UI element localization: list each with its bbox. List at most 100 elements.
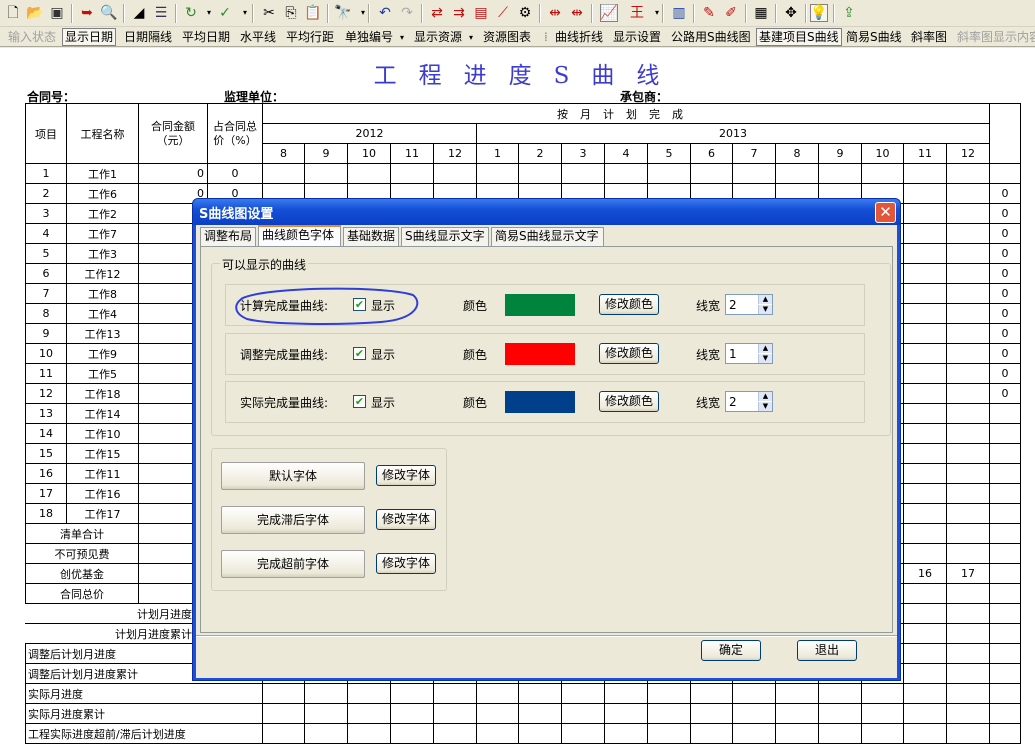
chart-icon[interactable]: 📈: [600, 4, 618, 22]
exit-button[interactable]: 退出: [797, 640, 857, 661]
split-icon[interactable]: ⇉: [450, 4, 468, 22]
tool-icon[interactable]: ⚙: [516, 4, 534, 22]
spin-up-icon[interactable]: ▲: [758, 344, 772, 353]
simple-s-curve-button[interactable]: 简易S曲线: [846, 29, 902, 45]
row-name: 工作7: [66, 223, 139, 244]
film-icon[interactable]: ▦: [752, 4, 770, 22]
month-cell: [347, 703, 391, 724]
close-icon[interactable]: ✕: [875, 202, 896, 223]
link-icon[interactable]: ⇄: [428, 4, 446, 22]
triangle-icon[interactable]: ◢: [130, 4, 148, 22]
resource-chart-button[interactable]: 资源图表: [483, 29, 531, 45]
ok-button[interactable]: 确定: [701, 640, 761, 661]
pen-icon[interactable]: ✎: [700, 4, 718, 22]
text-icon[interactable]: 王: [628, 4, 646, 22]
table-row: 1 工作1 0 0: [25, 163, 1021, 184]
font-sample-button[interactable]: 完成超前字体: [221, 550, 365, 578]
month-cell: [433, 723, 477, 744]
color-swatch: [505, 343, 575, 365]
avg-row-height-button[interactable]: 平均行距: [286, 29, 334, 45]
tab-layout[interactable]: 调整布局: [200, 227, 256, 246]
curve-line-button[interactable]: 曲线折线: [555, 29, 603, 45]
input-status-button[interactable]: 输入状态: [8, 29, 56, 45]
month-cell: [476, 703, 519, 724]
spin-up-icon[interactable]: ▲: [758, 295, 772, 304]
dropdown-arrow-icon[interactable]: ▾: [469, 30, 473, 46]
font-sample-button[interactable]: 完成滞后字体: [221, 506, 365, 534]
new-file-icon[interactable]: 🗋: [4, 4, 22, 22]
month-cell: [561, 163, 605, 184]
month-cell: [946, 683, 990, 704]
slope-chart-button[interactable]: 斜率图: [911, 29, 947, 45]
modify-color-button[interactable]: 修改颜色: [599, 294, 659, 315]
line-width-spinner[interactable]: 2 ▲ ▼: [725, 294, 773, 315]
curve-icon[interactable]: ⟋: [494, 4, 512, 22]
open-folder-icon[interactable]: 📂: [26, 4, 44, 22]
save-icon[interactable]: ▣: [48, 4, 66, 22]
redo-icon[interactable]: ↷: [398, 4, 416, 22]
print-preview-icon[interactable]: 🔍: [100, 4, 118, 22]
slope-text-button[interactable]: 斜率图显示内容: [957, 29, 1035, 45]
show-checkbox[interactable]: ✔: [353, 347, 366, 360]
spin-down-icon[interactable]: ▼: [758, 402, 772, 411]
barchart-icon[interactable]: ▥: [670, 4, 688, 22]
infra-s-curve-button[interactable]: 基建项目S曲线: [756, 28, 842, 46]
single-number-button[interactable]: 单独编号: [345, 29, 393, 45]
color-label: 颜色: [463, 299, 488, 313]
spin-up-icon[interactable]: ▲: [758, 392, 772, 401]
month-cell: [903, 303, 947, 324]
tab-s-curve-text[interactable]: S曲线显示文字: [401, 227, 489, 246]
avg-date-button[interactable]: 平均日期: [182, 29, 230, 45]
spread-icon[interactable]: ⇹: [546, 4, 564, 22]
month-cell: [903, 403, 947, 424]
show-resource-button[interactable]: 显示资源: [414, 29, 462, 45]
modify-font-button[interactable]: 修改字体: [376, 465, 436, 486]
spin-down-icon[interactable]: ▼: [758, 305, 772, 314]
month-header: 10: [861, 143, 904, 164]
tab-curve-color-font[interactable]: 曲线颜色字体: [258, 225, 341, 247]
month-cell: [946, 303, 990, 324]
horizontal-line-button[interactable]: 水平线: [240, 29, 276, 45]
modify-font-button[interactable]: 修改字体: [376, 553, 436, 574]
paste-icon[interactable]: 📋: [304, 4, 322, 22]
month-cell: [262, 683, 305, 704]
date-interval-button[interactable]: 日期隔线: [124, 29, 172, 45]
row-total: 0: [989, 243, 1021, 264]
modify-color-button[interactable]: 修改颜色: [599, 391, 659, 412]
check-icon[interactable]: ✓: [216, 4, 234, 22]
move-icon[interactable]: ✥: [782, 4, 800, 22]
row-total: [989, 483, 1021, 504]
show-date-button[interactable]: 显示日期: [62, 28, 117, 46]
list-icon[interactable]: ☰: [152, 4, 170, 22]
cut-icon[interactable]: ✂: [260, 4, 278, 22]
refresh-icon[interactable]: ↻: [182, 4, 200, 22]
year-2012: 2012: [262, 123, 477, 144]
find-icon[interactable]: 🔭: [334, 4, 352, 22]
bulb-icon[interactable]: 💡: [810, 4, 828, 22]
row-number: 17: [25, 483, 67, 504]
line-width-spinner[interactable]: 2 ▲ ▼: [725, 391, 773, 412]
row-total: [989, 663, 1021, 684]
display-settings-button[interactable]: 显示设置: [613, 29, 661, 45]
dropdown-arrow-icon[interactable]: ▾: [400, 30, 404, 46]
edit-icon[interactable]: ✐: [722, 4, 740, 22]
bar-icon[interactable]: ▤: [472, 4, 490, 22]
show-checkbox[interactable]: ✔: [353, 395, 366, 408]
month-cell: [946, 723, 990, 744]
export-icon[interactable]: ⇪: [840, 4, 858, 22]
spread2-icon[interactable]: ⇹: [568, 4, 586, 22]
modify-font-button[interactable]: 修改字体: [376, 509, 436, 530]
spin-down-icon[interactable]: ▼: [758, 354, 772, 363]
row-number: 10: [25, 343, 67, 364]
tab-base-data[interactable]: 基础数据: [343, 227, 399, 246]
highway-s-curve-button[interactable]: 公路用S曲线图: [671, 29, 751, 45]
month-cell: [946, 323, 990, 344]
copy-icon[interactable]: ⎘: [282, 4, 300, 22]
tab-simple-s-curve-text[interactable]: 简易S曲线显示文字: [491, 227, 604, 246]
exit-icon[interactable]: ➥: [78, 4, 96, 22]
line-width-spinner[interactable]: 1 ▲ ▼: [725, 343, 773, 364]
font-sample-button[interactable]: 默认字体: [221, 462, 365, 490]
undo-icon[interactable]: ↶: [376, 4, 394, 22]
summary-label: 创优基金: [25, 563, 139, 584]
modify-color-button[interactable]: 修改颜色: [599, 343, 659, 364]
